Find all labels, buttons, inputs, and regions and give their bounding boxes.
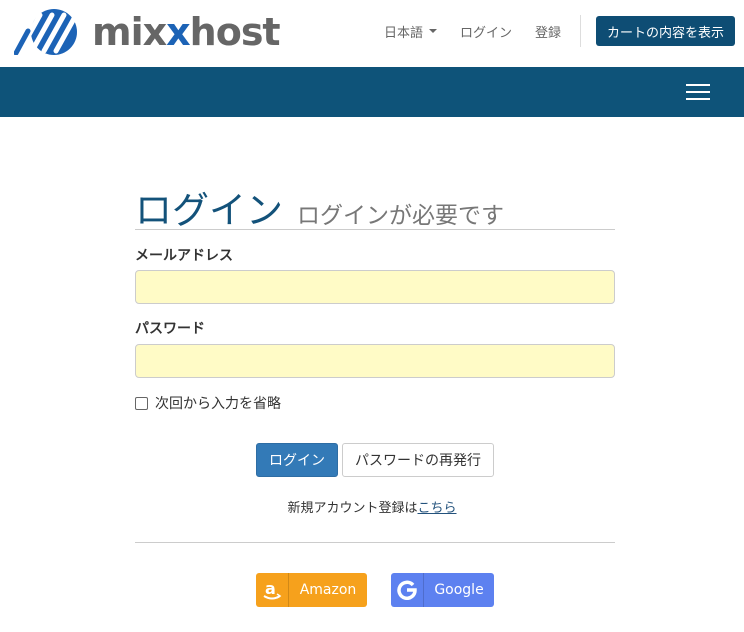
header-register-link[interactable]: 登録 (535, 16, 561, 46)
signup-text: 新規アカウント登録は (287, 501, 418, 516)
language-label: 日本語 (384, 25, 424, 41)
password-input[interactable] (135, 344, 615, 378)
page-title-main: ログイン (135, 189, 283, 232)
signup-prompt: 新規アカウント登録はこちら (0, 497, 744, 516)
email-input[interactable] (135, 270, 615, 304)
logo-text: mixxhost (92, 10, 281, 54)
nav-divider (580, 15, 581, 47)
language-selector[interactable]: 日本語 (384, 16, 438, 46)
caret-down-icon (429, 29, 438, 33)
remember-me-checkbox[interactable] (135, 396, 148, 410)
remember-me[interactable]: 次回から入力を省略 (135, 393, 281, 413)
social-divider (135, 542, 615, 543)
reset-password-button[interactable]: パスワードの再発行 (342, 443, 494, 477)
amazon-label: Amazon (299, 582, 357, 598)
google-label: Google (434, 582, 484, 598)
view-cart-button[interactable]: カートの内容を表示 (596, 16, 735, 46)
title-divider (135, 229, 615, 230)
page-title-sub: ログインが必要です (297, 203, 504, 229)
login-button[interactable]: ログイン (256, 443, 338, 477)
header-login-link[interactable]: ログイン (460, 16, 512, 46)
email-label: メールアドレス (135, 248, 233, 264)
mixhost-logo[interactable]: mixxhost (14, 6, 281, 58)
page-title: ログイン ログインが必要です (135, 180, 504, 234)
top-header: mixxhost 日本語 ログイン 登録 カートの内容を表示 (0, 0, 744, 67)
logo-stripes-icon (14, 9, 79, 55)
amazon-login-button[interactable]: a Amazon (256, 573, 367, 607)
google-login-button[interactable]: Google (391, 573, 494, 607)
hamburger-menu-icon[interactable] (686, 83, 710, 101)
password-label: パスワード (135, 321, 205, 337)
google-icon (391, 573, 424, 607)
remember-me-label: 次回から入力を省略 (155, 396, 281, 412)
signup-link[interactable]: こちら (418, 501, 457, 516)
amazon-icon: a (256, 573, 289, 607)
main-nav-bar (0, 67, 744, 117)
svg-text:a: a (265, 579, 276, 598)
